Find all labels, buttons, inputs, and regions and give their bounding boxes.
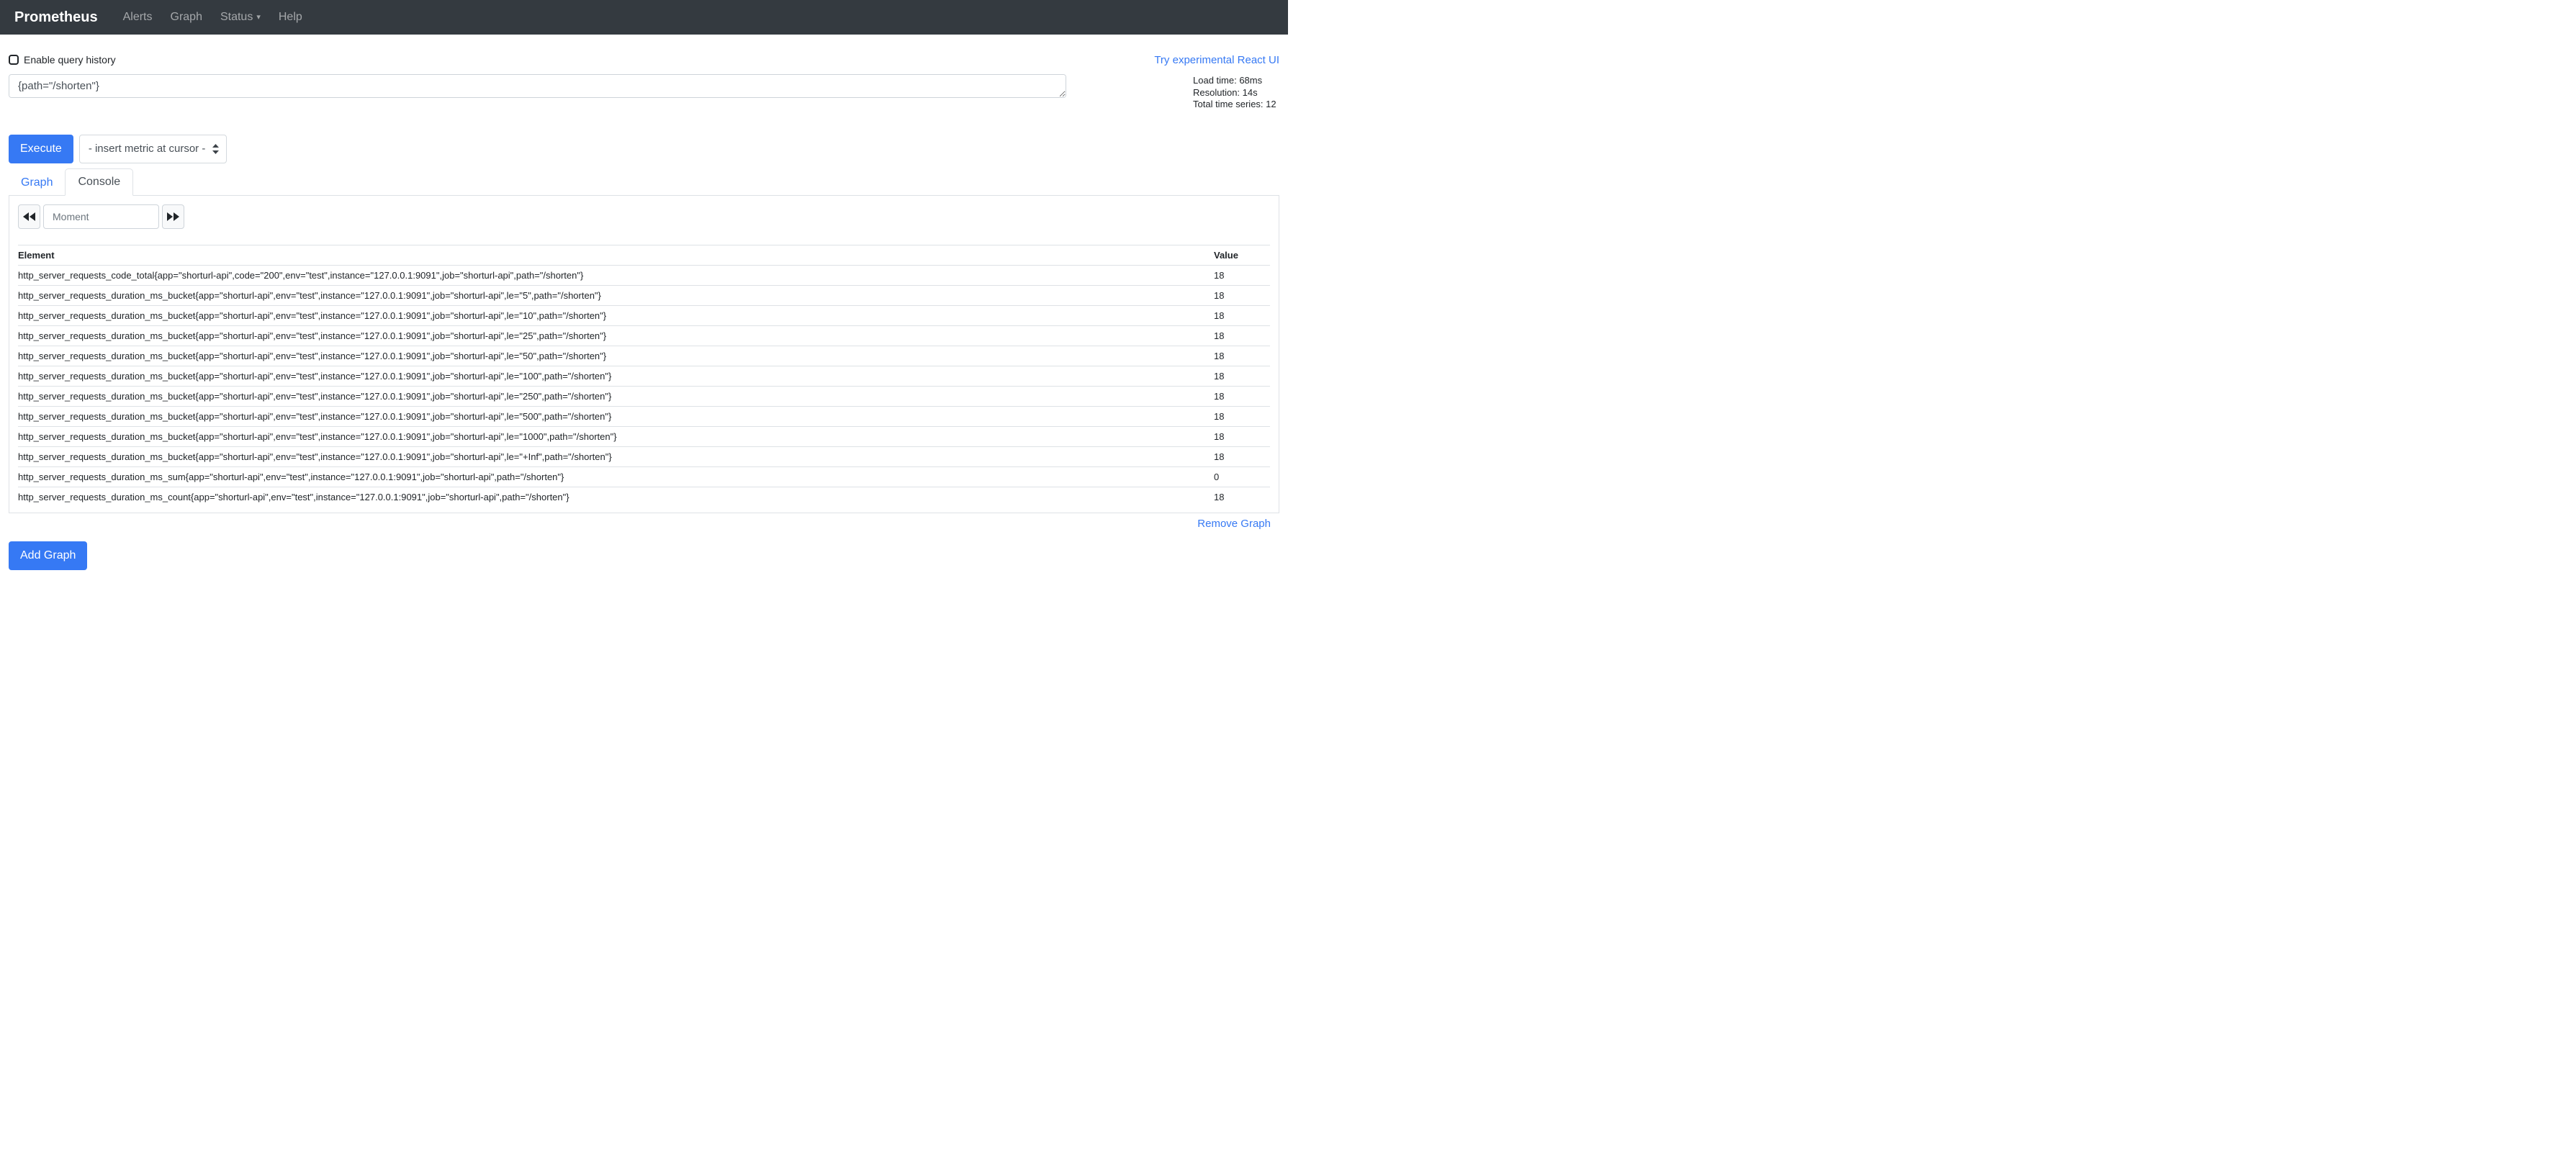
- metric-value: 18: [1214, 426, 1270, 446]
- metric-element: http_server_requests_duration_ms_bucket{…: [18, 366, 1214, 386]
- metric-value: 18: [1214, 265, 1270, 285]
- nav-item-status[interactable]: Status▾: [214, 11, 267, 24]
- tab-console[interactable]: Console: [65, 168, 133, 196]
- metric-element: http_server_requests_duration_ms_bucket{…: [18, 386, 1214, 406]
- column-header-value: Value: [1214, 245, 1270, 265]
- table-row: http_server_requests_duration_ms_sum{app…: [18, 466, 1270, 487]
- total-time-series: Total time series: 12: [1193, 99, 1279, 111]
- load-time: Load time: 68ms: [1193, 75, 1279, 87]
- metric-value: 18: [1214, 386, 1270, 406]
- metric-value: 0: [1214, 466, 1270, 487]
- metric-value: 18: [1214, 366, 1270, 386]
- metric-element: http_server_requests_duration_ms_bucket{…: [18, 285, 1214, 305]
- metric-element: http_server_requests_duration_ms_bucket{…: [18, 446, 1214, 466]
- insert-metric-select[interactable]: - insert metric at cursor -: [79, 135, 228, 163]
- table-row: http_server_requests_code_total{app="sho…: [18, 265, 1270, 285]
- nav-item-graph[interactable]: Graph: [164, 11, 209, 24]
- execute-row: Execute - insert metric at cursor -: [9, 135, 1279, 163]
- table-row: http_server_requests_duration_ms_count{a…: [18, 487, 1270, 507]
- navbar: Prometheus Alerts Graph Status▾ Help: [0, 0, 1288, 35]
- metric-element: http_server_requests_code_total{app="sho…: [18, 265, 1214, 285]
- metric-value: 18: [1214, 285, 1270, 305]
- metric-element: http_server_requests_duration_ms_bucket{…: [18, 346, 1214, 366]
- query-row: {path="/shorten"} Load time: 68ms Resolu…: [9, 74, 1279, 111]
- add-graph-button[interactable]: Add Graph: [9, 541, 87, 570]
- query-expression-input[interactable]: {path="/shorten"}: [9, 74, 1066, 98]
- query-history-label: Enable query history: [24, 54, 116, 66]
- add-graph-row: Add Graph: [9, 541, 1279, 570]
- page-body: Enable query history Try experimental Re…: [0, 54, 1288, 570]
- brand-prometheus[interactable]: Prometheus: [14, 9, 98, 26]
- moment-navigation: [18, 204, 1270, 229]
- resolution: Resolution: 14s: [1193, 87, 1279, 99]
- query-stats: Load time: 68ms Resolution: 14s Total ti…: [1193, 74, 1279, 111]
- table-row: http_server_requests_duration_ms_bucket{…: [18, 325, 1270, 346]
- metric-value: 18: [1214, 406, 1270, 426]
- table-row: http_server_requests_duration_ms_bucket{…: [18, 305, 1270, 325]
- moment-forward-button[interactable]: [162, 204, 184, 229]
- nav-item-alerts[interactable]: Alerts: [117, 11, 159, 24]
- metric-element: http_server_requests_duration_ms_bucket{…: [18, 406, 1214, 426]
- caret-down-icon: ▾: [256, 13, 261, 22]
- table-row: http_server_requests_duration_ms_bucket{…: [18, 346, 1270, 366]
- double-arrow-left-icon: [23, 212, 35, 221]
- table-row: http_server_requests_duration_ms_bucket{…: [18, 366, 1270, 386]
- metric-value: 18: [1214, 446, 1270, 466]
- metric-value: 18: [1214, 325, 1270, 346]
- table-row: http_server_requests_duration_ms_bucket{…: [18, 426, 1270, 446]
- table-header-row: Element Value: [18, 245, 1270, 265]
- console-panel: Element Value http_server_requests_code_…: [9, 196, 1279, 513]
- tab-bar: Graph Console: [9, 168, 1279, 196]
- table-row: http_server_requests_duration_ms_bucket{…: [18, 386, 1270, 406]
- execute-button[interactable]: Execute: [9, 135, 73, 163]
- metric-element: http_server_requests_duration_ms_count{a…: [18, 487, 1214, 507]
- metric-element: http_server_requests_duration_ms_bucket{…: [18, 305, 1214, 325]
- table-row: http_server_requests_duration_ms_bucket{…: [18, 446, 1270, 466]
- insert-metric-label: - insert metric at cursor -: [89, 143, 206, 155]
- table-row: http_server_requests_duration_ms_bucket{…: [18, 406, 1270, 426]
- remove-graph-row: Remove Graph: [9, 518, 1279, 530]
- tab-graph[interactable]: Graph: [9, 170, 65, 196]
- history-row: Enable query history Try experimental Re…: [9, 54, 1279, 66]
- query-history-checkbox[interactable]: [9, 55, 19, 65]
- metric-element: http_server_requests_duration_ms_bucket{…: [18, 426, 1214, 446]
- enable-query-history[interactable]: Enable query history: [9, 54, 116, 66]
- nav-item-help[interactable]: Help: [272, 11, 309, 24]
- table-row: http_server_requests_duration_ms_bucket{…: [18, 285, 1270, 305]
- remove-graph-link[interactable]: Remove Graph: [1197, 518, 1271, 530]
- react-ui-link[interactable]: Try experimental React UI: [1154, 54, 1279, 66]
- metric-value: 18: [1214, 346, 1270, 366]
- metric-element: http_server_requests_duration_ms_sum{app…: [18, 466, 1214, 487]
- select-updown-icon: [212, 144, 219, 154]
- moment-input[interactable]: [43, 204, 159, 229]
- column-header-element: Element: [18, 245, 1214, 265]
- metric-element: http_server_requests_duration_ms_bucket{…: [18, 325, 1214, 346]
- moment-rewind-button[interactable]: [18, 204, 40, 229]
- console-table: Element Value http_server_requests_code_…: [18, 245, 1270, 507]
- metric-value: 18: [1214, 305, 1270, 325]
- metric-value: 18: [1214, 487, 1270, 507]
- double-arrow-right-icon: [167, 212, 179, 221]
- nav-item-status-label: Status: [220, 11, 253, 23]
